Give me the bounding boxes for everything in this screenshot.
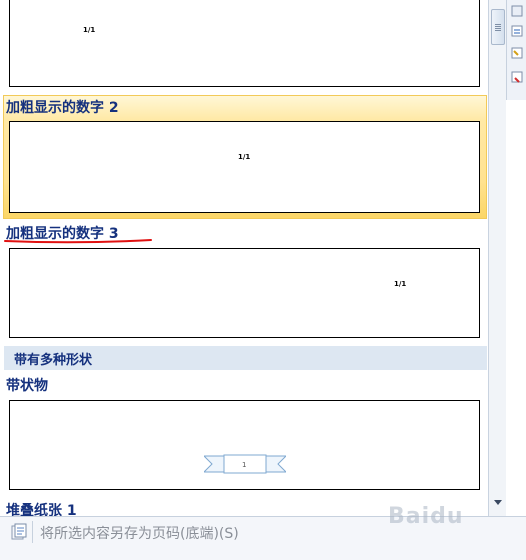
gallery-item-thumbnail[interactable]: 1/1 <box>9 248 480 338</box>
page-number-preview: 1/1 <box>394 280 407 288</box>
page-number-gallery: 1/1 加粗显示的数字 2 1/1 加粗显示的数字 3 1/1 带有多种形状 带… <box>0 0 488 516</box>
ribbon-side-toolbar <box>506 0 526 100</box>
toolbar-icon[interactable] <box>510 24 524 38</box>
save-selection-icon <box>11 523 27 540</box>
toolbar-icon[interactable] <box>510 4 524 18</box>
gallery-scrollbar[interactable] <box>488 0 506 516</box>
scroll-thumb[interactable] <box>491 9 505 45</box>
scroll-down-arrow-icon[interactable] <box>492 496 504 508</box>
gallery-item-thumbnail[interactable]: 1/1 <box>9 121 480 213</box>
scroll-thumb-grip-line <box>495 26 501 27</box>
scroll-thumb-grip-line <box>495 30 501 31</box>
watermark: Baidu <box>388 504 464 529</box>
toolbar-icon[interactable] <box>510 70 524 84</box>
scroll-thumb-grip-icon <box>495 24 501 25</box>
page-number-preview: 1 <box>242 461 247 469</box>
page-number-preview: 1/1 <box>83 26 96 34</box>
gallery-item-title: 堆叠纸张 1 <box>6 503 77 516</box>
red-underline-annotation <box>4 239 152 244</box>
gallery-item-thumbnail[interactable] <box>9 400 480 490</box>
gallery-item-title: 加粗显示的数字 2 <box>6 100 119 116</box>
save-selection-menu-item[interactable]: 将所选内容另存为页码(底端)(S) <box>40 523 239 543</box>
section-title: 带有多种形状 <box>14 353 93 368</box>
scroll-thumb-grip-line <box>495 28 501 29</box>
gallery-section-header: 带有多种形状 <box>4 346 487 370</box>
toolbar-icon[interactable] <box>510 46 524 60</box>
gallery-item-thumbnail[interactable]: 1/1 <box>9 0 480 87</box>
page-number-preview: 1/1 <box>238 153 251 161</box>
gallery-item-title: 带状物 <box>6 378 48 394</box>
footer-divider <box>32 521 33 543</box>
